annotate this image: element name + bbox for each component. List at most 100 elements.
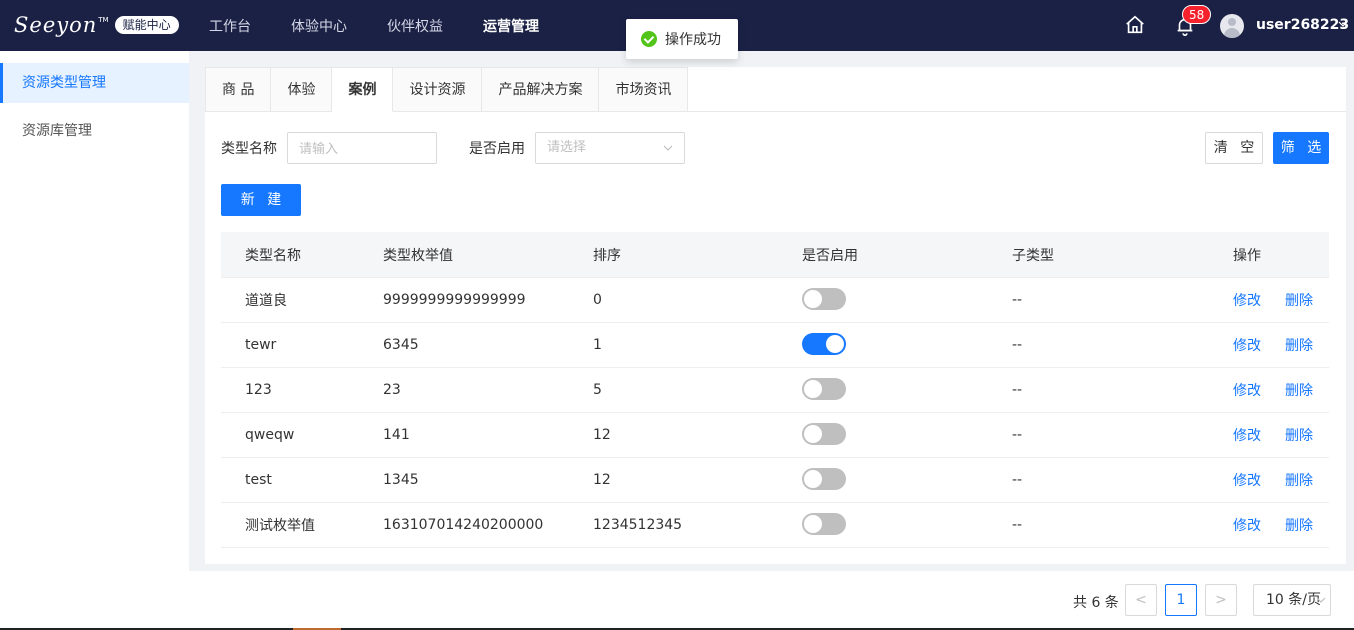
nav-item-experience-center[interactable]: 体验中心 [291, 16, 347, 36]
tab-case[interactable]: 案例 [332, 67, 394, 112]
chevron-down-icon [663, 145, 673, 151]
tab-goods[interactable]: 商 品 [205, 67, 272, 112]
nav-item-operations[interactable]: 运营管理 [483, 16, 539, 36]
delete-link[interactable]: 删除 [1285, 470, 1313, 490]
sidebar-item-resource-library[interactable]: 资源库管理 [0, 111, 189, 151]
enabled-toggle[interactable] [802, 513, 846, 535]
delete-link[interactable]: 删除 [1285, 515, 1313, 535]
cell-enabled [802, 468, 846, 491]
tab-experience[interactable]: 体验 [271, 67, 333, 112]
cell-order: 0 [593, 292, 602, 308]
logo-badge: 赋能中心 [114, 16, 179, 34]
cell-enabled [802, 378, 846, 401]
sidebar-item-resource-type[interactable]: 资源类型管理 [0, 63, 189, 103]
toast-message: 操作成功 [665, 32, 721, 48]
cell-order: 12 [593, 427, 611, 443]
avatar[interactable] [1220, 14, 1244, 38]
cell-subtype: -- [1012, 472, 1023, 488]
home-icon[interactable] [1124, 14, 1146, 36]
pagination-bar: 共 6 条 < 1 > 10 条/页 [189, 571, 1354, 630]
cell-subtype: -- [1012, 292, 1023, 308]
total-count: 共 6 条 [1073, 595, 1119, 611]
page-1-button[interactable]: 1 [1165, 584, 1197, 616]
username[interactable]: user268223 [1256, 17, 1349, 33]
clear-button[interactable]: 清 空 [1205, 132, 1263, 164]
cell-subtype: -- [1012, 337, 1023, 353]
cell-type-name: 测试枚举值 [245, 518, 315, 534]
header-type-name: 类型名称 [245, 247, 301, 264]
cell-enabled [802, 288, 846, 311]
nav-item-partner-rights[interactable]: 伙伴权益 [387, 16, 443, 36]
header-actions: 操作 [1233, 247, 1261, 264]
table-header: 类型名称 类型枚举值 排序 是否启用 子类型 操作 [221, 232, 1329, 278]
nav-item-workbench[interactable]: 工作台 [209, 16, 251, 36]
delete-link[interactable]: 删除 [1285, 335, 1313, 355]
cell-order: 1 [593, 337, 602, 353]
table-row: qweqw 141 12 -- 修改 删除 [221, 413, 1329, 458]
table-row: test 1345 12 -- 修改 删除 [221, 458, 1329, 503]
logo-text: Seeyon [14, 13, 98, 37]
edit-link[interactable]: 修改 [1233, 335, 1261, 355]
cell-type-name: qweqw [245, 427, 295, 443]
filter-button[interactable]: 筛 选 [1273, 132, 1329, 164]
logo[interactable]: Seeyon TM 赋能中心 [14, 12, 179, 38]
logo-trademark: TM [98, 16, 109, 24]
cell-enum-value: 163107014240200000 [383, 517, 544, 533]
header-enabled: 是否启用 [802, 247, 858, 264]
cell-type-name: tewr [245, 337, 277, 353]
table-row: 道道良 9999999999999999 0 -- 修改 删除 [221, 278, 1329, 323]
edit-link[interactable]: 修改 [1233, 290, 1261, 310]
table-body: 道道良 9999999999999999 0 -- 修改 删除 tewr 6345 1 -- 修改删… [221, 278, 1329, 548]
enabled-toggle[interactable] [802, 333, 846, 355]
cell-type-name: test [245, 472, 272, 488]
cell-enabled [802, 333, 846, 356]
cell-order: 5 [593, 382, 602, 398]
enabled-label: 是否启用 [469, 141, 525, 157]
cell-type-name: 123 [245, 382, 272, 398]
delete-link[interactable]: 删除 [1285, 290, 1313, 310]
cell-order: 12 [593, 472, 611, 488]
enabled-select-placeholder: 请选择 [547, 140, 587, 155]
tab-design-resources[interactable]: 设计资源 [393, 67, 483, 112]
tab-product-solutions[interactable]: 产品解决方案 [482, 67, 600, 112]
check-circle-icon [641, 31, 657, 47]
edit-link[interactable]: 修改 [1233, 515, 1261, 535]
cell-enum-value: 141 [383, 427, 410, 443]
edit-link[interactable]: 修改 [1233, 470, 1261, 490]
cell-enabled [802, 513, 846, 536]
cell-subtype: -- [1012, 427, 1023, 443]
cell-order: 1234512345 [593, 517, 683, 533]
edit-link[interactable]: 修改 [1233, 425, 1261, 445]
enabled-toggle[interactable] [802, 468, 846, 490]
table-row: 123 23 5 -- 修改 删除 [221, 368, 1329, 413]
next-page-button[interactable]: > [1205, 584, 1237, 616]
header-enum-value: 类型枚举值 [383, 247, 453, 264]
tab-bar: 商 品 体验 案例 设计资源 产品解决方案 市场资讯 [205, 67, 1346, 112]
enabled-select[interactable]: 请选择 [535, 132, 685, 164]
edit-link[interactable]: 修改 [1233, 380, 1261, 400]
type-name-input[interactable] [287, 132, 437, 164]
table-row: tewr 6345 1 -- 修改 删除 [221, 323, 1329, 368]
enabled-toggle[interactable] [802, 378, 846, 400]
cell-enabled [802, 423, 846, 446]
cell-subtype: -- [1012, 382, 1023, 398]
header-subtype: 子类型 [1012, 247, 1054, 264]
delete-link[interactable]: 删除 [1285, 425, 1313, 445]
main-nav: 工作台 体验中心 伙伴权益 运营管理 [209, 0, 579, 51]
header-order: 排序 [593, 247, 621, 264]
tab-market-news[interactable]: 市场资讯 [599, 67, 689, 112]
prev-page-button[interactable]: < [1125, 584, 1157, 616]
page-size-select[interactable]: 10 条/页 [1253, 584, 1331, 616]
chevron-down-icon[interactable] [1338, 19, 1348, 29]
delete-link[interactable]: 删除 [1285, 380, 1313, 400]
new-button[interactable]: 新 建 [221, 184, 301, 216]
cell-enum-value: 23 [383, 382, 401, 398]
cell-type-name: 道道良 [245, 293, 287, 309]
table-row: 测试枚举值 163107014240200000 1234512345 -- 修改 删除 [221, 503, 1329, 548]
success-toast: 操作成功 [626, 19, 738, 59]
sidebar: 资源类型管理 资源库管理 [0, 51, 189, 630]
cell-enum-value: 6345 [383, 337, 419, 353]
cell-enum-value: 1345 [383, 472, 419, 488]
enabled-toggle[interactable] [802, 423, 846, 445]
enabled-toggle[interactable] [802, 288, 846, 310]
